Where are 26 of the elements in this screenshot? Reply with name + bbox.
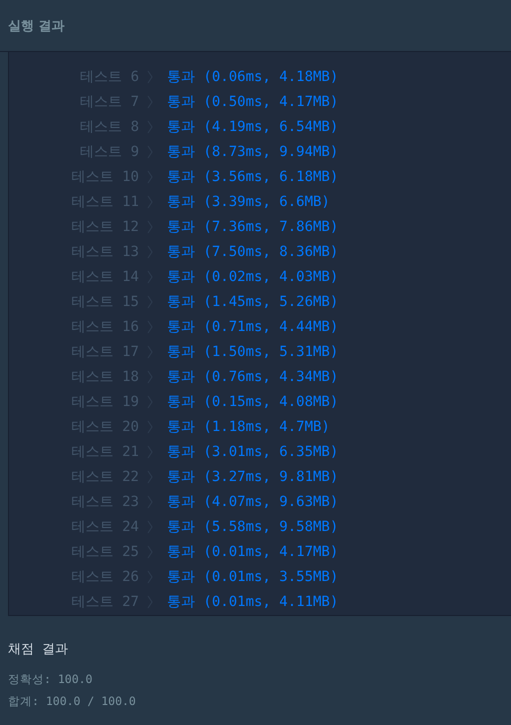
test-result: 통과 (0.01ms, 3.55MB) [167,568,338,586]
test-result: 통과 (3.56ms, 6.18MB) [167,168,338,186]
grading-line: 정확성: 100.0 [8,671,94,688]
test-result: 통과 (1.45ms, 5.26MB) [167,292,338,310]
test-result: 통과 (0.76ms, 4.34MB) [167,368,338,386]
test-result: 통과 (0.50ms, 4.17MB) [167,92,338,110]
test-result: 통과 (3.27ms, 9.81MB) [167,468,338,486]
test-result: 통과 (3.01ms, 6.35MB) [167,442,338,460]
test-result: 통과 (7.50ms, 8.36MB) [167,242,338,260]
test-result: 통과 (5.58ms, 9.58MB) [167,518,338,536]
test-result: 통과 (7.36ms, 7.86MB) [167,218,338,236]
test-result: 통과 (4.19ms, 6.54MB) [167,118,338,136]
test-result: 통과 (3.39ms, 6.6MB) [167,192,330,210]
test-result: 통과 (4.07ms, 9.63MB) [167,492,338,510]
test-result: 통과 (0.01ms, 4.11MB) [167,592,338,610]
test-result: 통과 (0.15ms, 4.08MB) [167,392,338,410]
test-result: 통과 (1.50ms, 5.31MB) [167,342,338,360]
test-result: 통과 (0.01ms, 4.17MB) [167,542,338,560]
test-result: 통과 (1.18ms, 4.7MB) [167,418,330,436]
test-result: 통과 (0.06ms, 4.18MB) [167,68,338,86]
grading-line: 합계: 100.0 / 100.0 [8,693,137,710]
test-result: 통과 (0.71ms, 4.44MB) [167,318,338,336]
grading-title: 채점 결과 [8,641,69,658]
header-title: 실행 결과 [8,18,65,34]
test-result: 통과 (0.02ms, 4.03MB) [167,268,338,286]
test-result: 통과 (8.73ms, 9.94MB) [167,142,338,160]
